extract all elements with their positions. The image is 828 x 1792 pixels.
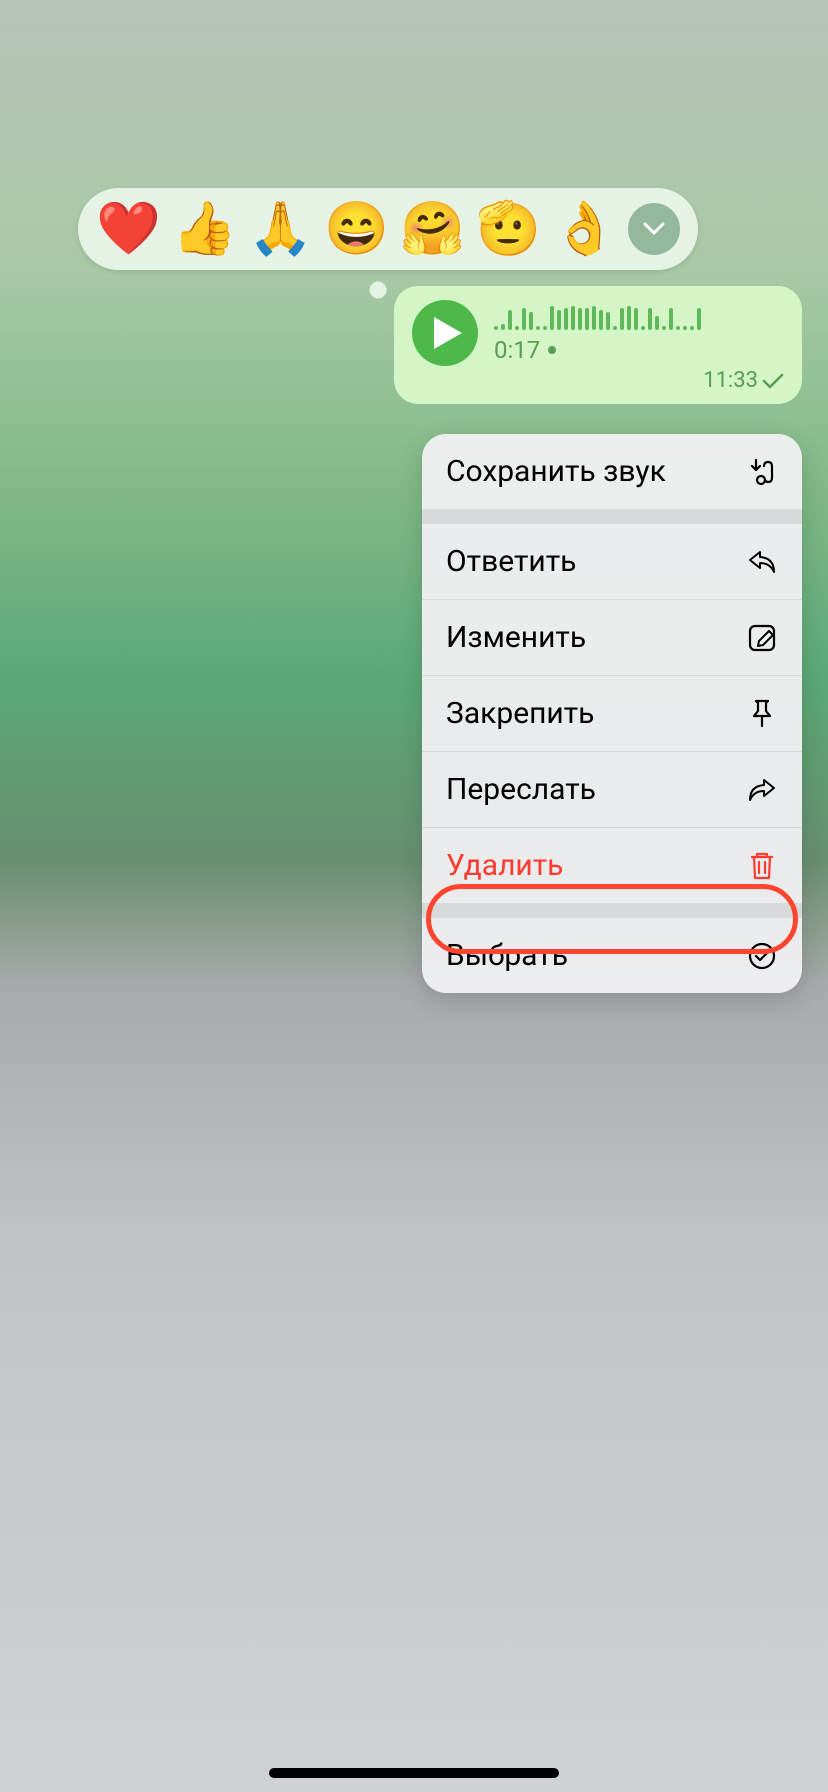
wave-bar: [697, 308, 701, 330]
reaction-more-button[interactable]: [628, 203, 680, 255]
reaction-pray[interactable]: 🙏: [248, 203, 313, 255]
wave-bar: [683, 326, 687, 330]
reaction-smile[interactable]: 😄: [324, 203, 389, 255]
edit-icon: [746, 622, 778, 654]
menu-item-label: Ответить: [446, 544, 576, 579]
menu-item-label: Изменить: [446, 620, 586, 655]
menu-pin[interactable]: Закрепить: [422, 676, 802, 752]
menu-reply[interactable]: Ответить: [422, 524, 802, 600]
wave-bar: [557, 310, 561, 330]
wave-bar: [564, 308, 568, 330]
wave-bar: [543, 326, 547, 330]
wave-bar: [627, 306, 631, 330]
message-timestamp: 11:33: [703, 368, 758, 393]
menu-item-label: Переслать: [446, 772, 596, 807]
wave-bar: [662, 326, 666, 330]
wave-bar: [669, 308, 673, 330]
wave-bar: [522, 308, 526, 330]
menu-item-label: Сохранить звук: [446, 454, 666, 489]
wave-bar: [501, 324, 505, 330]
wave-bar: [676, 326, 680, 330]
select-icon: [746, 940, 778, 972]
wave-bar: [648, 308, 652, 330]
wave-bar: [613, 326, 617, 330]
menu-item-label: Закрепить: [446, 696, 594, 731]
wave-bar: [599, 310, 603, 330]
wave-bar: [536, 326, 540, 330]
pin-icon: [746, 698, 778, 730]
menu-forward[interactable]: Переслать: [422, 752, 802, 828]
unread-dot: [548, 346, 556, 354]
menu-separator: [422, 904, 802, 918]
menu-item-label: Выбрать: [446, 938, 568, 973]
play-button[interactable]: [412, 300, 478, 366]
wave-bar: [592, 306, 596, 330]
voice-duration: 0:17: [494, 336, 540, 364]
menu-edit[interactable]: Изменить: [422, 600, 802, 676]
wave-bar: [515, 326, 519, 330]
forward-icon: [746, 774, 778, 806]
voice-message-bubble[interactable]: 0:17 11:33: [394, 286, 802, 404]
waveform[interactable]: [494, 302, 784, 330]
play-icon: [434, 317, 462, 349]
wave-bar: [606, 312, 610, 330]
wave-bar: [641, 326, 645, 330]
wave-bar: [620, 308, 624, 330]
reaction-hug[interactable]: 🤗: [400, 203, 465, 255]
context-menu: Сохранить звук Ответить Изменить Закрепи…: [422, 434, 802, 993]
menu-save-sound[interactable]: Сохранить звук: [422, 434, 802, 510]
reply-icon: [746, 546, 778, 578]
wave-bar: [634, 308, 638, 330]
wave-bar: [550, 306, 554, 330]
menu-delete[interactable]: Удалить: [422, 828, 802, 904]
reaction-bar: ❤️ 👍 🙏 😄 🤗 🫡 👌: [78, 188, 698, 270]
wave-bar: [529, 312, 533, 330]
trash-icon: [746, 850, 778, 882]
reaction-salute[interactable]: 🫡: [476, 203, 541, 255]
menu-select[interactable]: Выбрать: [422, 918, 802, 993]
home-indicator[interactable]: [269, 1768, 559, 1778]
wave-bar: [571, 306, 575, 330]
menu-item-label: Удалить: [446, 848, 563, 883]
reaction-ok[interactable]: 👌: [552, 203, 617, 255]
sent-check-icon: [762, 373, 784, 389]
wave-bar: [655, 316, 659, 330]
wave-bar: [494, 326, 498, 330]
wave-bar: [508, 310, 512, 330]
reaction-heart[interactable]: ❤️: [96, 203, 161, 255]
menu-separator: [422, 510, 802, 524]
wave-bar: [578, 308, 582, 330]
reaction-thumbsup[interactable]: 👍: [172, 203, 237, 255]
save-sound-icon: [746, 456, 778, 488]
wave-bar: [690, 326, 694, 330]
chevron-down-icon: [643, 222, 665, 236]
wave-bar: [585, 308, 589, 330]
